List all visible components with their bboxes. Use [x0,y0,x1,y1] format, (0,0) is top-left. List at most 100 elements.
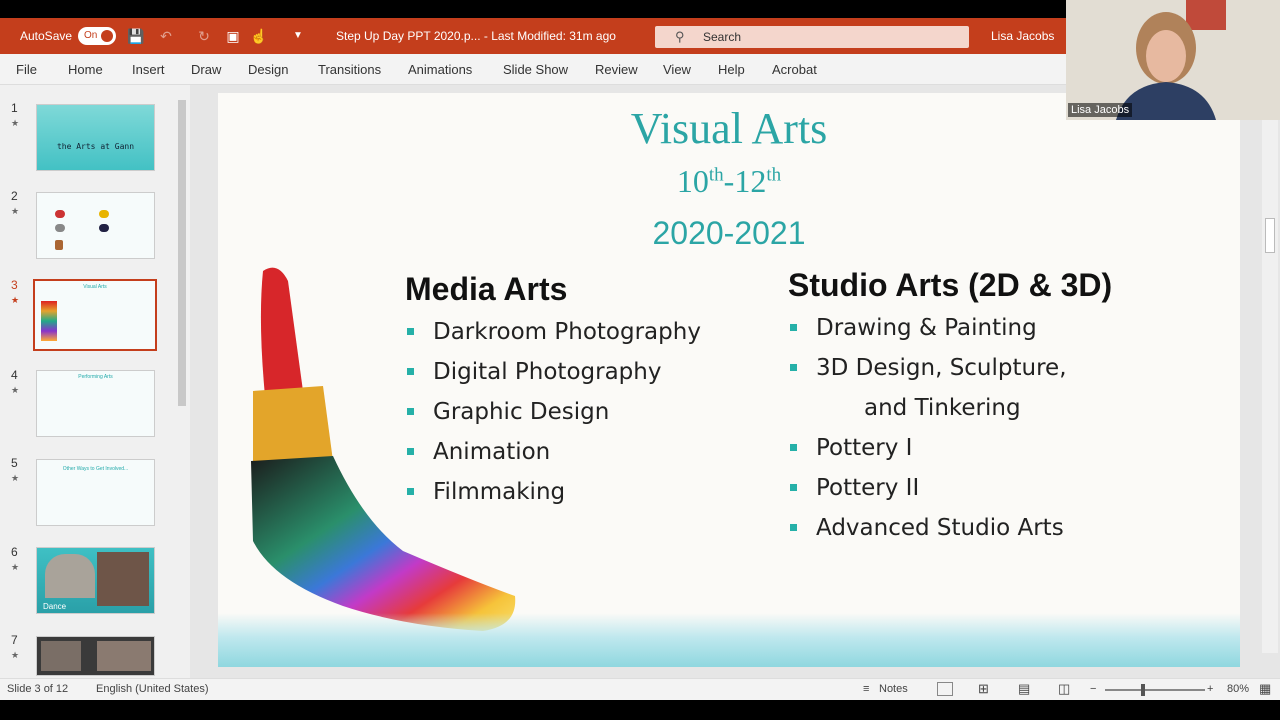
music-icon [99,210,109,218]
scrollbar-thumb[interactable] [1265,218,1275,253]
slide-thumbnail-6[interactable]: Dance [36,547,155,614]
dance-icon [55,224,65,232]
touch-mode-icon[interactable]: ☝ [250,27,268,45]
reading-view-icon[interactable]: ▤ [1018,681,1030,697]
notes-button[interactable]: Notes [879,683,908,695]
list-item: Darkroom Photography [405,312,701,352]
studio-arts-list[interactable]: Drawing & Painting 3D Design, Sculpture,… [788,308,1067,548]
brush-ferrule [253,386,333,466]
bottom-black-bar [0,700,1280,720]
tab-file[interactable]: File [16,62,37,77]
slide-counter[interactable]: Slide 3 of 12 [7,683,68,695]
search-icon: ⚲ [675,29,685,44]
media-arts-heading[interactable]: Media Arts [405,271,567,308]
tab-help[interactable]: Help [718,62,745,77]
list-item: Advanced Studio Arts [788,508,1067,548]
slide-scrollbar[interactable] [1262,93,1278,653]
grade-end: 12 [734,163,767,199]
tab-home[interactable]: Home [68,62,103,77]
slide-thumbnail-2[interactable] [36,192,155,259]
list-item: Pottery II [788,468,1067,508]
present-icon[interactable]: ▣ [224,27,242,45]
tab-insert[interactable]: Insert [132,62,165,77]
grade-start-suffix: th [708,164,724,186]
slide-thumbnail-3[interactable]: Visual Arts [33,279,157,351]
redo-icon[interactable]: ↻ [195,27,213,45]
camera-icon [99,224,109,232]
list-item: Animation [405,432,701,472]
thumbnail-title: Performing Arts [78,374,113,380]
star-icon: ★ [11,650,20,660]
list-item: 3D Design, Sculpture, [788,348,1067,388]
paintbrush-thumbnail-image [41,301,57,341]
grade-start: 10 [676,163,709,199]
brush-handle [260,267,303,396]
slide-thumbnail-7[interactable] [36,636,155,676]
list-item-continuation: and Tinkering [864,395,1021,421]
thumbnail-title: Dance [43,602,67,611]
participant-video [1066,0,1280,120]
list-item: Graphic Design [405,392,701,432]
fit-to-window-icon[interactable]: ▦ [1259,681,1271,697]
slide-thumbnail-5[interactable]: Other Ways to Get Involved... [36,459,155,526]
tab-animations[interactable]: Animations [408,62,472,77]
group-photo-2 [97,641,151,671]
tab-draw[interactable]: Draw [191,62,221,77]
grade-range[interactable]: 10th-12th [218,163,1240,200]
dance-photo-1 [45,554,95,598]
tab-acrobat[interactable]: Acrobat [772,62,817,77]
tab-review[interactable]: Review [595,62,638,77]
tab-slide-show[interactable]: Slide Show [503,62,568,77]
save-icon[interactable]: 💾 [127,27,145,45]
thumbnail-number: 2 [11,189,18,203]
tab-design[interactable]: Design [248,62,288,77]
group-photo-1 [41,641,81,671]
star-icon: ★ [11,206,20,216]
thumbnail-number: 7 [11,633,18,647]
brush-icon [55,240,63,250]
thumbnail-title: Visual Arts [83,284,107,290]
zoom-slider-knob[interactable] [1141,684,1145,696]
slide-thumbnail-1[interactable]: the Arts at Gann [36,104,155,171]
thumbnail-number: 6 [11,545,18,559]
scrollbar-thumb[interactable] [178,100,186,406]
thumbnail-number: 3 [11,278,18,292]
star-icon: ★ [11,385,20,395]
media-arts-list[interactable]: Darkroom Photography Digital Photography… [405,312,701,512]
autosave-toggle[interactable]: On [78,27,116,45]
dance-photo-2 [97,552,149,606]
slideshow-icon[interactable]: ◫ [1058,681,1070,697]
list-item: Pottery I [788,428,1067,468]
user-name[interactable]: Lisa Jacobs [991,29,1054,43]
undo-icon[interactable]: ↶ [157,27,175,45]
notes-icon[interactable]: ≡ [863,683,869,695]
thumbnail-scrollbar[interactable] [176,88,188,676]
thumbnail-number: 5 [11,456,18,470]
star-icon: ★ [11,295,20,305]
autosave-label: AutoSave [20,29,73,43]
document-title[interactable]: Step Up Day PPT 2020.p... - Last Modifie… [336,29,616,43]
zoom-level[interactable]: 80% [1227,683,1249,695]
zoom-slider[interactable] [1105,684,1205,696]
zoom-out-icon[interactable]: − [1090,683,1096,695]
language-indicator[interactable]: English (United States) [96,683,209,695]
list-item: Drawing & Painting [788,308,1067,348]
drama-mask-icon [55,210,65,218]
thumbnail-number: 1 [11,101,18,115]
video-participant-tile: Lisa Jacobs [1066,0,1280,120]
slide-thumbnail-4[interactable]: Performing Arts [36,370,155,437]
search-box[interactable]: ⚲ Search [655,26,969,48]
grade-end-suffix: th [766,164,782,186]
normal-view-icon[interactable] [937,682,953,696]
customize-toolbar-icon[interactable]: ▼ [289,27,307,45]
participant-name: Lisa Jacobs [1068,103,1133,117]
slide-sorter-icon[interactable]: ⊞ [978,681,989,697]
school-year[interactable]: 2020-2021 [218,215,1240,252]
tab-transitions[interactable]: Transitions [318,62,381,77]
zoom-in-icon[interactable]: + [1207,683,1213,695]
star-icon: ★ [11,562,20,572]
star-icon: ★ [11,473,20,483]
tab-view[interactable]: View [663,62,691,77]
slide-canvas[interactable]: Visual Arts 10th-12th 2020-2021 Media Ar… [218,93,1240,667]
studio-arts-heading[interactable]: Studio Arts (2D & 3D) [788,267,1112,304]
